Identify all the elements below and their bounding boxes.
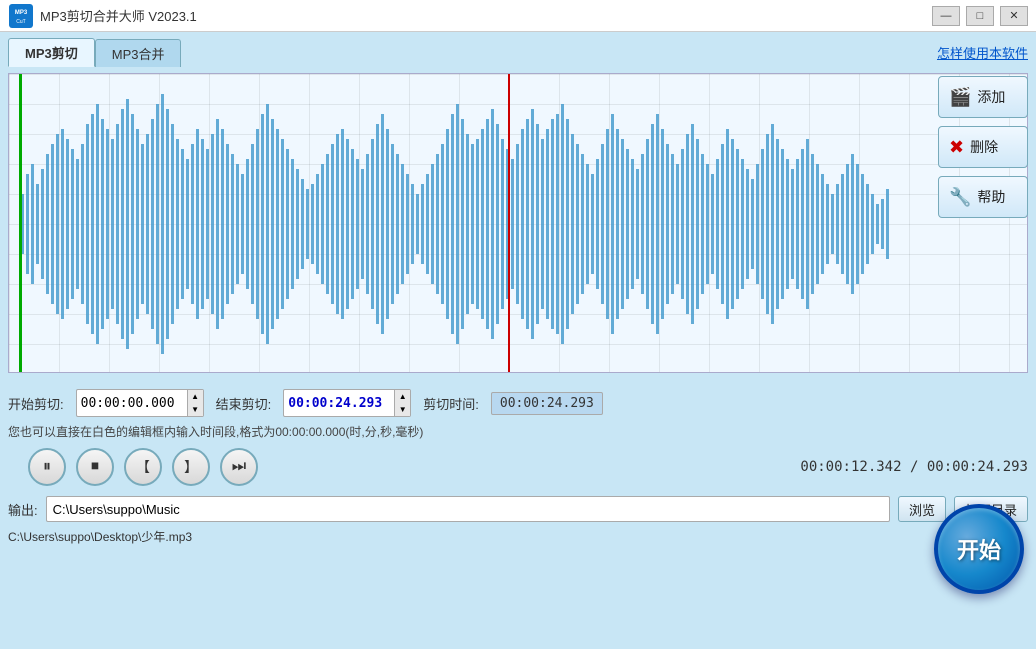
start-time-spinners: ▲ ▼ bbox=[187, 390, 203, 416]
pause-icon: ⏸ bbox=[43, 458, 51, 476]
waveform-area[interactable] bbox=[8, 73, 1028, 373]
title-bar: MP3 CuT MP3剪切合并大师 V2023.1 — □ ✕ bbox=[0, 0, 1036, 32]
tab-mp3cut[interactable]: MP3剪切 bbox=[8, 38, 95, 67]
end-time-input-wrap: ▲ ▼ bbox=[283, 389, 411, 417]
mark-start-icon: 【 bbox=[136, 457, 150, 477]
delete-button[interactable]: ✖ 删除 bbox=[938, 126, 1028, 168]
hint-text: 您也可以直接在白色的编辑框内输入时间段,格式为00:00:00.000(时,分,… bbox=[8, 423, 1028, 440]
output-label: 输出: bbox=[8, 500, 38, 519]
start-time-down[interactable]: ▼ bbox=[187, 403, 203, 416]
end-time-up[interactable]: ▲ bbox=[394, 390, 410, 403]
stop-button[interactable]: ⏹ bbox=[76, 448, 114, 486]
tab-mp3merge[interactable]: MP3合并 bbox=[95, 39, 182, 67]
right-action-buttons: 🎬 添加 ✖ 删除 🔧 帮助 bbox=[938, 76, 1028, 218]
stop-icon: ⏹ bbox=[91, 458, 99, 476]
skip-button[interactable]: ⏭ bbox=[220, 448, 258, 486]
delete-icon: ✖ bbox=[949, 137, 964, 158]
main-content: MP3剪切 MP3合并 怎样使用本软件 bbox=[0, 32, 1036, 649]
app-title: MP3剪切合并大师 V2023.1 bbox=[40, 6, 932, 25]
start-time-input[interactable] bbox=[77, 390, 187, 416]
time-separator: / bbox=[910, 459, 927, 475]
browse-button[interactable]: 浏览 bbox=[898, 496, 946, 522]
end-cut-label: 结束剪切: bbox=[216, 394, 272, 413]
cut-controls: 开始剪切: ▲ ▼ 结束剪切: ▲ ▼ 剪切时间: 00:00:24.293 bbox=[8, 389, 1028, 417]
output-path-input[interactable] bbox=[46, 496, 890, 522]
mark-end-icon: 】 bbox=[184, 457, 198, 477]
output-row: 输出: 浏览 打开目录 bbox=[8, 496, 1028, 522]
maximize-button[interactable]: □ bbox=[966, 6, 994, 26]
end-time-input[interactable] bbox=[284, 390, 394, 416]
mark-end-button[interactable]: 】 bbox=[172, 448, 210, 486]
help-link[interactable]: 怎样使用本软件 bbox=[937, 43, 1028, 62]
window-controls: — □ ✕ bbox=[932, 6, 1028, 26]
help-button[interactable]: 🔧 帮助 bbox=[938, 176, 1028, 218]
svg-text:MP3: MP3 bbox=[15, 10, 28, 16]
close-button[interactable]: ✕ bbox=[1000, 6, 1028, 26]
total-time: 00:00:24.293 bbox=[927, 459, 1028, 475]
end-time-spinners: ▲ ▼ bbox=[394, 390, 410, 416]
add-button[interactable]: 🎬 添加 bbox=[938, 76, 1028, 118]
pause-button[interactable]: ⏸ bbox=[28, 448, 66, 486]
playhead[interactable] bbox=[508, 74, 510, 372]
skip-icon: ⏭ bbox=[232, 458, 246, 476]
left-marker bbox=[19, 74, 22, 372]
cut-time-label: 剪切时间: bbox=[423, 394, 479, 413]
waveform-svg bbox=[9, 74, 1027, 372]
playback-controls: ⏸ ⏹ 【 】 ⏭ 00:00:12.342 / 00:00:24.293 bbox=[28, 448, 1028, 486]
help-icon: 🔧 bbox=[949, 187, 971, 208]
help-label: 帮助 bbox=[977, 187, 1005, 207]
start-time-up[interactable]: ▲ bbox=[187, 390, 203, 403]
time-display: 00:00:12.342 / 00:00:24.293 bbox=[800, 459, 1028, 475]
tabs-row: MP3剪切 MP3合并 怎样使用本软件 bbox=[8, 38, 1028, 67]
start-button[interactable]: 开始 bbox=[934, 504, 1024, 594]
svg-text:CuT: CuT bbox=[16, 19, 25, 25]
add-icon: 🎬 bbox=[949, 87, 971, 108]
delete-label: 删除 bbox=[970, 137, 998, 157]
app-logo: MP3 CuT bbox=[8, 3, 34, 29]
file-path: C:\Users\suppo\Desktop\少年.mp3 bbox=[8, 526, 1028, 547]
minimize-button[interactable]: — bbox=[932, 6, 960, 26]
start-time-input-wrap: ▲ ▼ bbox=[76, 389, 204, 417]
end-time-down[interactable]: ▼ bbox=[394, 403, 410, 416]
start-cut-label: 开始剪切: bbox=[8, 394, 64, 413]
current-time: 00:00:12.342 bbox=[800, 459, 901, 475]
cut-duration-value: 00:00:24.293 bbox=[491, 392, 603, 415]
add-label: 添加 bbox=[977, 87, 1005, 107]
mark-start-button[interactable]: 【 bbox=[124, 448, 162, 486]
